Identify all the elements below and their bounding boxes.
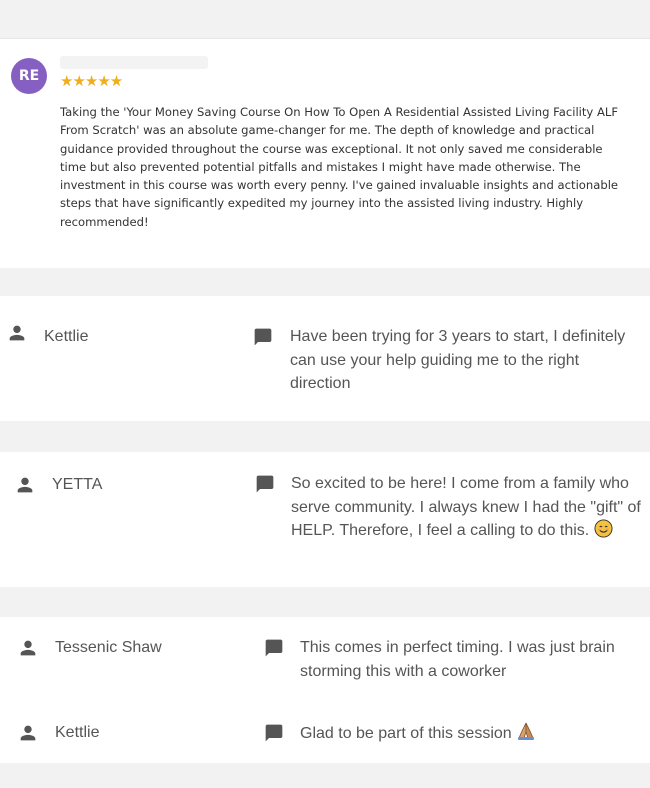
comment-author: YETTA	[52, 476, 103, 493]
review-card: RE ★★★★★ Taking the 'Your Money Saving C…	[0, 0, 650, 268]
folded-hands-emoji	[518, 722, 535, 740]
comment-group: Tessenic Shaw This comes in perfect timi…	[0, 617, 650, 763]
chat-bubble-icon	[256, 475, 274, 493]
smiling-face-emoji	[594, 519, 613, 538]
review-text: Taking the 'Your Money Saving Course On …	[60, 105, 619, 229]
comment-message: Glad to be part of this session	[300, 721, 645, 746]
comment-row: YETTA So excited to be here! I come from…	[0, 452, 650, 587]
person-icon	[17, 477, 33, 493]
person-icon	[20, 725, 36, 741]
reviewer-name-redacted	[60, 56, 208, 69]
chat-bubble-icon	[265, 639, 283, 657]
comment-author: Kettlie	[44, 328, 89, 345]
comment-message: This comes in perfect timing. I was just…	[300, 639, 615, 680]
reviewer-avatar: RE	[11, 58, 47, 94]
comment-message: So excited to be here! I come from a fam…	[291, 475, 641, 539]
comment-author: Tessenic Shaw	[55, 639, 162, 656]
chat-bubble-icon	[265, 724, 283, 742]
person-icon	[20, 640, 36, 656]
person-icon	[9, 325, 25, 341]
comment-row: Kettlie Have been trying for 3 years to …	[0, 296, 650, 421]
comment-message: Have been trying for 3 years to start, I…	[290, 328, 626, 392]
chat-bubble-icon	[254, 328, 272, 346]
rating-stars: ★★★★★	[60, 73, 123, 90]
comment-author: Kettlie	[55, 724, 100, 741]
